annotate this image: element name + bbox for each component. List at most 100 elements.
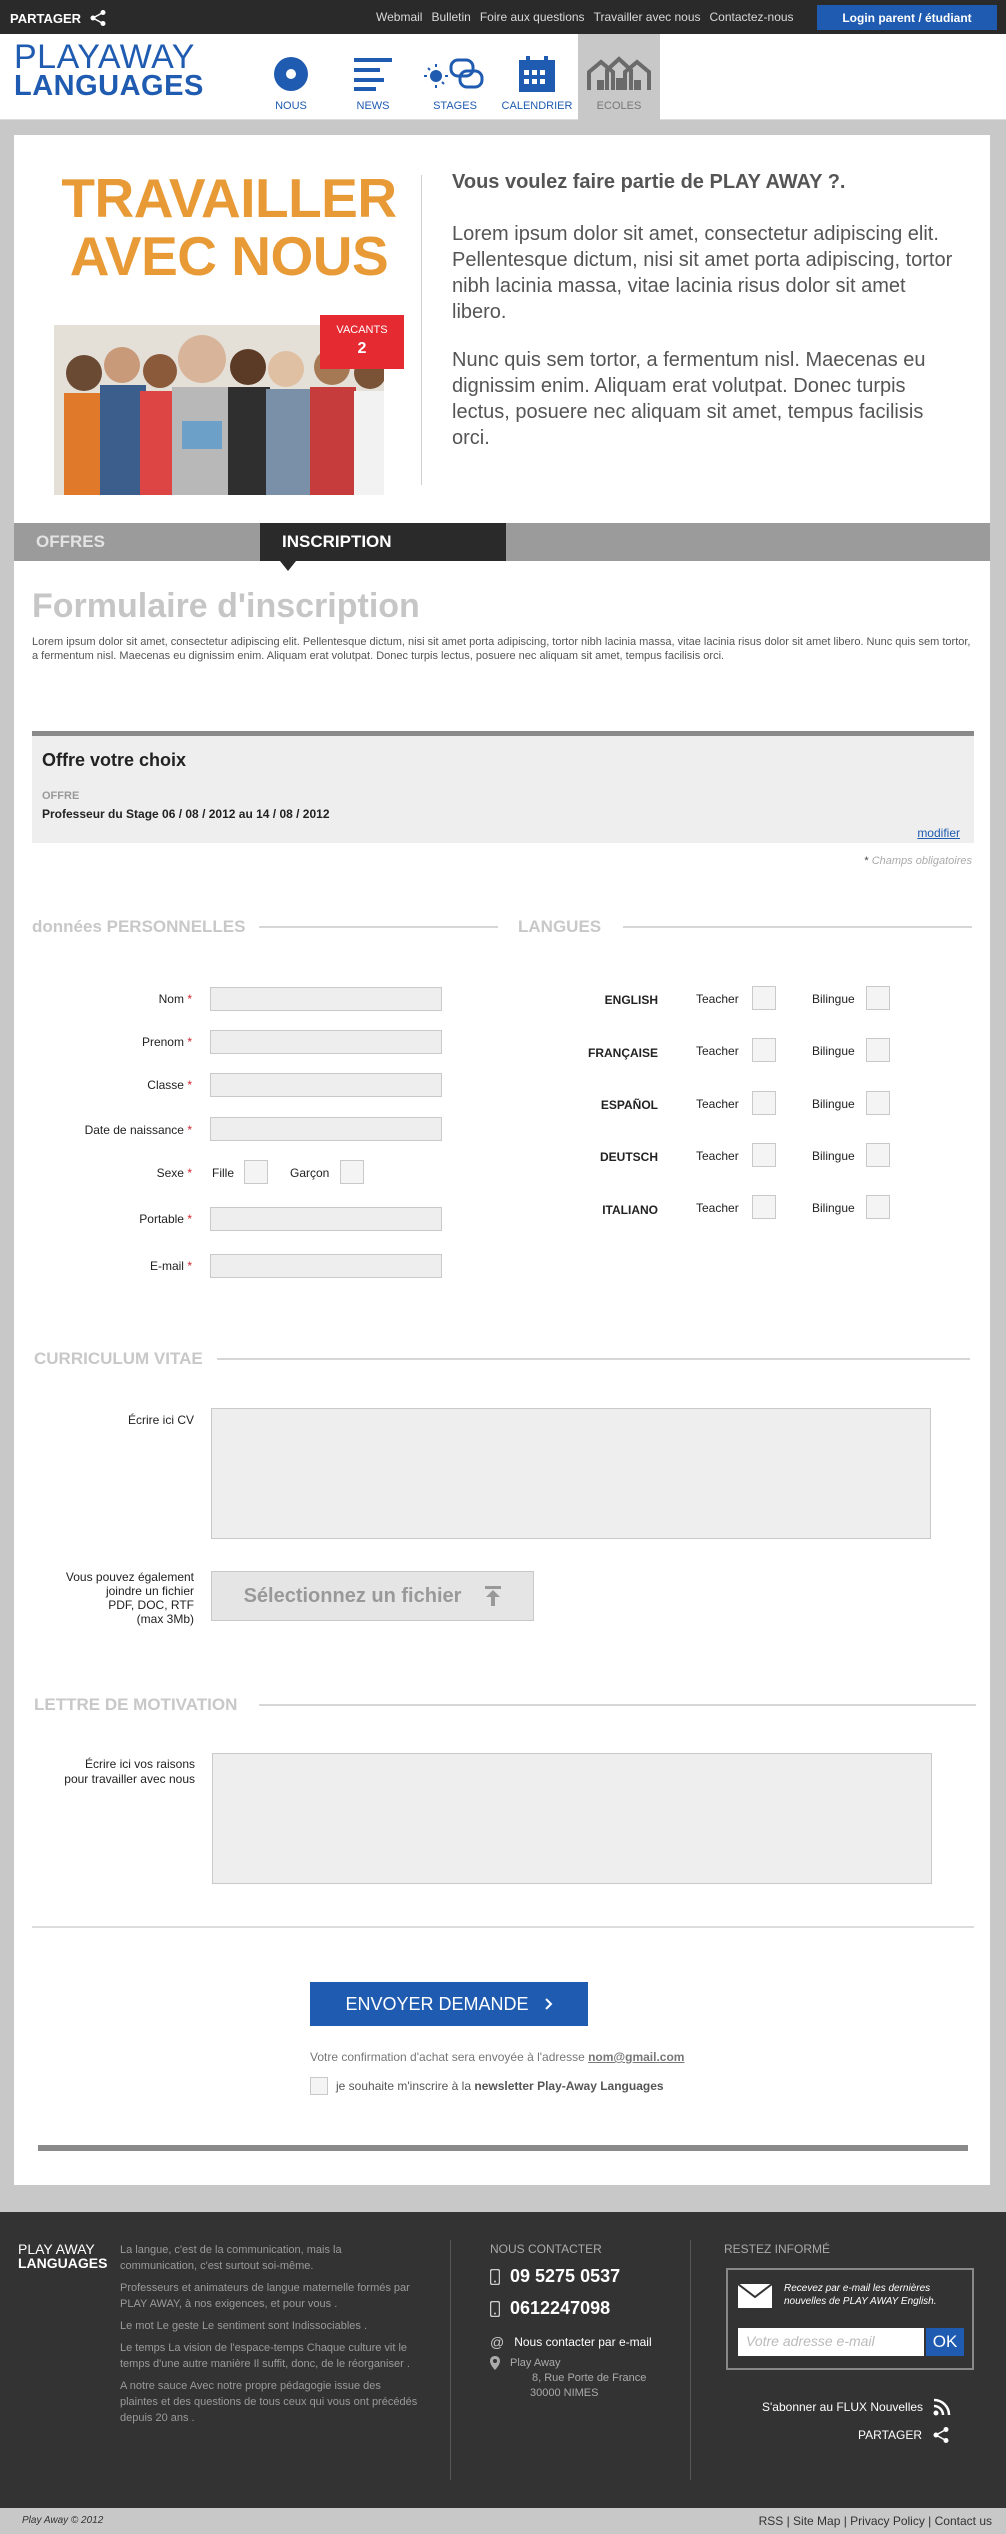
address-lines: Play Away 8, Rue Porte de France 30000 N… [510, 2356, 646, 2401]
nav-label: CALENDRIER [501, 100, 573, 112]
date-naissance-input[interactable] [210, 1117, 442, 1141]
english-teacher-checkbox[interactable] [752, 986, 776, 1010]
sub-footer: Play Away © 2012 RSS | Site Map | Privac… [0, 2508, 1006, 2534]
share-top-button[interactable]: PARTAGER [10, 9, 107, 27]
label-portable: Portable * [44, 1212, 192, 1226]
required-star: * [187, 1123, 192, 1137]
newsletter-checkbox[interactable] [310, 2077, 328, 2095]
email-input[interactable] [210, 1254, 442, 1278]
sexe-fille-checkbox[interactable] [244, 1160, 268, 1184]
nav-ecoles[interactable]: ECOLES [578, 34, 660, 120]
label-prenom: Prenom * [44, 1035, 192, 1049]
deutsch-bilingue-checkbox[interactable] [866, 1143, 890, 1167]
phone-2[interactable]: 0612247098 [490, 2298, 610, 2319]
label-nom-text: Nom [158, 992, 184, 1006]
motivation-label: Écrire ici vos raisons pour travailler a… [24, 1757, 195, 1787]
bilingue-label: Bilingue [812, 1149, 855, 1163]
bilingue-label: Bilingue [812, 1044, 855, 1058]
login-button[interactable]: Login parent / étudiant [817, 5, 997, 30]
footer-share[interactable]: PARTAGER [858, 2426, 950, 2444]
tab-offres[interactable]: OFFRES [14, 523, 260, 561]
modifier-link[interactable]: modifier [917, 826, 960, 840]
phone-2-number: 0612247098 [510, 2298, 611, 2318]
contact-heading: NOUS CONTACTER [490, 2242, 602, 2256]
top-link-webmail[interactable]: Webmail [376, 10, 422, 24]
confirm-text: Votre confirmation d'achat sera envoyée … [310, 2050, 585, 2064]
about-paragraph: Le mot Le geste Le sentiment sont Indiss… [120, 2320, 368, 2332]
envoyer-demande-button[interactable]: ENVOYER DEMANDE [310, 1982, 588, 2026]
motivation-textarea[interactable] [212, 1753, 932, 1884]
portable-input[interactable] [210, 1207, 442, 1231]
italiano-bilingue-checkbox[interactable] [866, 1195, 890, 1219]
label-portable-text: Portable [139, 1212, 184, 1226]
cv-textarea[interactable] [211, 1408, 931, 1539]
teacher-label: Teacher [696, 1097, 739, 1111]
newsletter-email-input[interactable]: Votre adresse e-mail [738, 2328, 924, 2356]
contact-email-label: Nous contacter par e-mail [514, 2335, 652, 2349]
english-bilingue-checkbox[interactable] [866, 986, 890, 1010]
motivation-line: Écrire ici vos raisons [84, 1757, 195, 1771]
francaise-teacher-checkbox[interactable] [752, 1038, 776, 1062]
phone-icon [490, 2268, 500, 2285]
teacher-label: Teacher [696, 992, 739, 1006]
italiano-teacher-checkbox[interactable] [752, 1195, 776, 1219]
envelope-icon [738, 2284, 772, 2308]
nom-input[interactable] [210, 987, 442, 1011]
section-langues: LANGUES [518, 917, 972, 937]
section-line [259, 926, 498, 928]
section-motivation-title: LETTRE DE MOTIVATION [34, 1695, 238, 1714]
espanol-teacher-checkbox[interactable] [752, 1091, 776, 1115]
contact-email-link[interactable]: @ Nous contacter par e-mail [490, 2334, 652, 2350]
newsletter-ok-button[interactable]: OK [926, 2328, 964, 2356]
prenom-input[interactable] [210, 1030, 442, 1054]
section-motivation: LETTRE DE MOTIVATION [34, 1695, 976, 1715]
phone-1[interactable]: 09 5275 0537 [490, 2266, 620, 2287]
footer-logo[interactable]: PLAY AWAY LANGUAGES [18, 2242, 107, 2270]
section-personnelles-title: données PERSONNELLES [32, 917, 246, 936]
nav-stages[interactable]: STAGES [414, 34, 496, 120]
language-name: FRANÇAISE [587, 1046, 658, 1060]
nav-label: STAGES [433, 100, 477, 112]
motivation-line: pour travailler avec nous [64, 1772, 195, 1786]
section-langues-title: LANGUES [518, 917, 602, 936]
language-name: ESPAÑOL [600, 1098, 658, 1112]
phone-icon [490, 2300, 500, 2317]
tab-inscription[interactable]: INSCRIPTION [260, 523, 506, 571]
attach-line: Vous pouvez également [65, 1570, 194, 1584]
footer-about: La langue, c'est de la communication, ma… [120, 2242, 418, 2432]
espanol-bilingue-checkbox[interactable] [866, 1091, 890, 1115]
sexe-garcon-checkbox[interactable] [340, 1160, 364, 1184]
at-icon: @ [490, 2334, 505, 2350]
nav-news[interactable]: NEWS [332, 34, 414, 120]
classe-input[interactable] [210, 1073, 442, 1097]
required-star: * [864, 855, 869, 867]
rss-link[interactable]: S'abonner au FLUX Nouvelles [762, 2398, 951, 2416]
newsletter-text: je souhaite m'inscrire à la newsletter P… [336, 2079, 664, 2093]
vacants-label: VACANTS [336, 324, 388, 336]
subfooter-links[interactable]: RSS | Site Map | Privacy Policy | Contac… [759, 2514, 992, 2528]
footer-divider [690, 2240, 691, 2480]
required-note-text: Champs obligatoires [871, 855, 972, 867]
deutsch-teacher-checkbox[interactable] [752, 1143, 776, 1167]
label-date-naissance: Date de naissance * [34, 1123, 192, 1137]
section-line [216, 1358, 970, 1360]
address-line: Play Away [510, 2357, 561, 2369]
top-link-contact[interactable]: Contactez-nous [710, 10, 794, 24]
cv-attach-label: Vous pouvez également joindre un fichier… [34, 1570, 194, 1626]
site-logo[interactable]: PLAYAWAY LANGUAGES [14, 40, 204, 101]
nav-calendrier[interactable]: CALENDRIER [496, 34, 578, 120]
top-link-bulletin[interactable]: Bulletin [431, 10, 470, 24]
top-link-travailler[interactable]: Travailler avec nous [594, 10, 701, 24]
top-link-faq[interactable]: Foire aux questions [480, 10, 585, 24]
hero-paragraph-2: Nunc quis sem tortor, a fermentum nisl. … [452, 349, 926, 449]
about-paragraph: La langue, c'est de la communication, ma… [120, 2244, 342, 2272]
teacher-label: Teacher [696, 1149, 739, 1163]
list-lines-icon [354, 58, 392, 91]
nav-nous[interactable]: NOUS [250, 34, 332, 120]
francaise-bilingue-checkbox[interactable] [866, 1038, 890, 1062]
bilingue-label: Bilingue [812, 992, 855, 1006]
select-file-button[interactable]: Sélectionnez un fichier [211, 1571, 534, 1621]
newsletter-optin: je souhaite m'inscrire à la newsletter P… [310, 2077, 664, 2095]
attach-line: (max 3Mb) [136, 1612, 194, 1626]
hero-title-line2: AVEC NOUS [69, 225, 389, 287]
